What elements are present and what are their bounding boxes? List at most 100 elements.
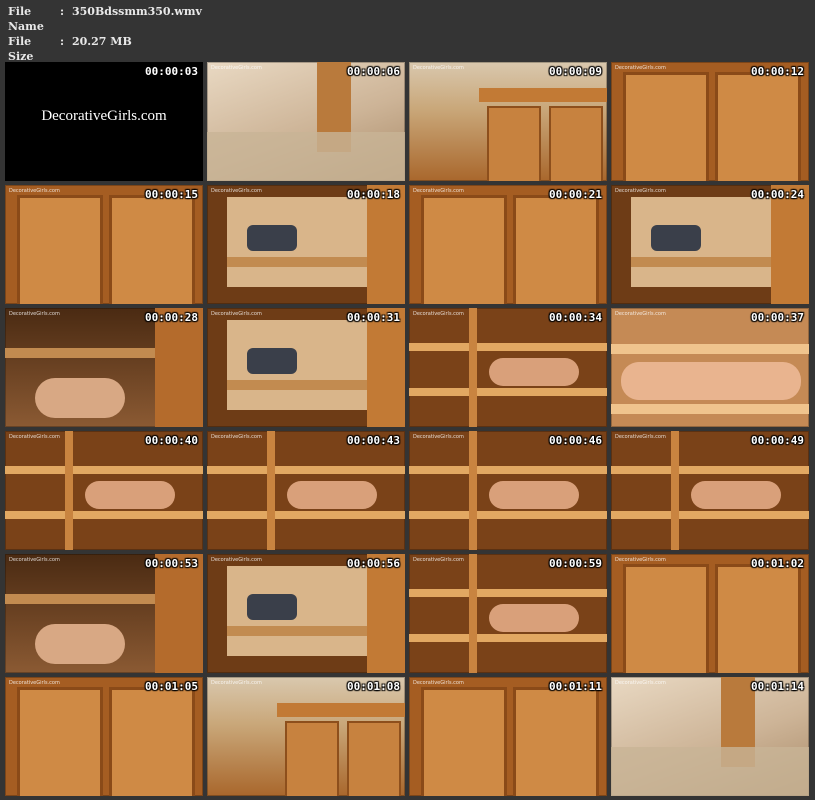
- thumbnail[interactable]: DecorativeGirls.com 00:00:49: [611, 431, 809, 550]
- title-logo: DecorativeGirls.com: [41, 108, 167, 124]
- scene-shape: [5, 511, 203, 519]
- thumbnail[interactable]: DecorativeGirls.com 00:00:21: [409, 185, 607, 304]
- scene-shape: [287, 481, 377, 509]
- timestamp: 00:00:09: [549, 65, 602, 78]
- info-separator: :: [60, 5, 65, 18]
- timestamp: 00:00:43: [347, 434, 400, 447]
- watermark: DecorativeGirls.com: [211, 557, 262, 563]
- scene-shape: [17, 195, 103, 304]
- timestamp: 00:00:59: [549, 557, 602, 570]
- info-value: 350Bdssmm350.wmv: [72, 5, 202, 18]
- scene-shape: [207, 132, 405, 181]
- thumbnail[interactable]: DecorativeGirls.com 00:00:12: [611, 62, 809, 181]
- info-label: File Size: [8, 35, 34, 63]
- scene-shape: [285, 721, 339, 796]
- scene-shape: [611, 344, 809, 354]
- thumbnail[interactable]: DecorativeGirls.com 00:01:05: [5, 677, 203, 796]
- thumbnail[interactable]: DecorativeGirls.com 00:00:37: [611, 308, 809, 427]
- watermark: DecorativeGirls.com: [615, 188, 666, 194]
- scene-shape: [409, 634, 607, 642]
- scene-shape: [623, 564, 709, 673]
- timestamp: 00:00:03: [145, 65, 198, 78]
- thumbnail[interactable]: DecorativeGirls.com 00:00:59: [409, 554, 607, 673]
- scene-shape: [227, 626, 367, 636]
- scene-shape: [715, 564, 801, 673]
- timestamp: 00:00:24: [751, 188, 804, 201]
- info-row: File Name:350Bdssmm350.wmv: [8, 4, 202, 34]
- watermark: DecorativeGirls.com: [615, 65, 666, 71]
- watermark: DecorativeGirls.com: [211, 311, 262, 317]
- scene-shape: [489, 358, 579, 386]
- scene-shape: [155, 308, 203, 427]
- scene-shape: [5, 348, 155, 358]
- scene-shape: [631, 257, 771, 267]
- scene-shape: [513, 687, 599, 796]
- thumbnail[interactable]: DecorativeGirls.com 00:00:46: [409, 431, 607, 550]
- thumbnail[interactable]: DecorativeGirls.com 00:01:08: [207, 677, 405, 796]
- thumbnail[interactable]: DecorativeGirls.com 00:00:15: [5, 185, 203, 304]
- watermark: DecorativeGirls.com: [413, 311, 464, 317]
- scene-shape: [35, 378, 125, 418]
- watermark: DecorativeGirls.com: [413, 557, 464, 563]
- thumbnail[interactable]: DecorativeGirls.com 00:00:34: [409, 308, 607, 427]
- timestamp: 00:01:05: [145, 680, 198, 693]
- scene-shape: [247, 225, 297, 251]
- info-label: File Name: [8, 5, 44, 33]
- thumbnail[interactable]: DecorativeGirls.com 00:01:11: [409, 677, 607, 796]
- thumbnail[interactable]: DecorativeGirls.com 00:00:18: [207, 185, 405, 304]
- watermark: DecorativeGirls.com: [9, 557, 60, 563]
- thumbnail[interactable]: DecorativeGirls.com 00:00:03: [5, 62, 203, 181]
- thumbnail[interactable]: DecorativeGirls.com 00:00:24: [611, 185, 809, 304]
- thumbnail[interactable]: DecorativeGirls.com 00:00:28: [5, 308, 203, 427]
- watermark: DecorativeGirls.com: [615, 311, 666, 317]
- thumbnail[interactable]: DecorativeGirls.com 00:00:43: [207, 431, 405, 550]
- scene-shape: [155, 554, 203, 673]
- timestamp: 00:00:46: [549, 434, 602, 447]
- scene-shape: [409, 388, 607, 396]
- watermark: DecorativeGirls.com: [615, 557, 666, 563]
- watermark: DecorativeGirls.com: [211, 434, 262, 440]
- scene-shape: [611, 404, 809, 414]
- scene-shape: [5, 466, 203, 474]
- scene-shape: [421, 687, 507, 796]
- scene-shape: [623, 72, 709, 181]
- scene-shape: [85, 481, 175, 509]
- scene-shape: [109, 195, 195, 304]
- thumbnail[interactable]: DecorativeGirls.com 00:00:31: [207, 308, 405, 427]
- thumbnail[interactable]: DecorativeGirls.com 00:01:14: [611, 677, 809, 796]
- scene-shape: [513, 195, 599, 304]
- scene-shape: [409, 466, 607, 474]
- scene-shape: [277, 703, 405, 717]
- timestamp: 00:01:02: [751, 557, 804, 570]
- thumbnail[interactable]: DecorativeGirls.com 00:00:06: [207, 62, 405, 181]
- watermark: DecorativeGirls.com: [615, 680, 666, 686]
- timestamp: 00:00:56: [347, 557, 400, 570]
- timestamp: 00:00:06: [347, 65, 400, 78]
- scene-shape: [651, 225, 701, 251]
- scene-shape: [367, 308, 405, 427]
- watermark: DecorativeGirls.com: [9, 680, 60, 686]
- scene-shape: [5, 594, 155, 604]
- timestamp: 00:00:31: [347, 311, 400, 324]
- scene-shape: [621, 362, 801, 400]
- info-value: 20.27 MB: [72, 35, 132, 48]
- watermark: DecorativeGirls.com: [9, 188, 60, 194]
- scene-shape: [109, 687, 195, 796]
- scene-shape: [487, 106, 541, 181]
- watermark: DecorativeGirls.com: [211, 680, 262, 686]
- thumbnail[interactable]: DecorativeGirls.com 00:00:53: [5, 554, 203, 673]
- watermark: DecorativeGirls.com: [413, 65, 464, 71]
- scene-shape: [421, 195, 507, 304]
- timestamp: 00:00:53: [145, 557, 198, 570]
- info-separator: :: [60, 35, 65, 48]
- thumbnail[interactable]: DecorativeGirls.com 00:01:02: [611, 554, 809, 673]
- thumbnail[interactable]: DecorativeGirls.com 00:00:09: [409, 62, 607, 181]
- watermark: DecorativeGirls.com: [615, 434, 666, 440]
- scene-shape: [247, 594, 297, 620]
- scene-shape: [207, 511, 405, 519]
- scene-shape: [367, 185, 405, 304]
- scene-shape: [469, 308, 477, 427]
- thumbnail[interactable]: DecorativeGirls.com 00:00:56: [207, 554, 405, 673]
- info-row: File Size:20.27 MB: [8, 34, 202, 64]
- thumbnail[interactable]: DecorativeGirls.com 00:00:40: [5, 431, 203, 550]
